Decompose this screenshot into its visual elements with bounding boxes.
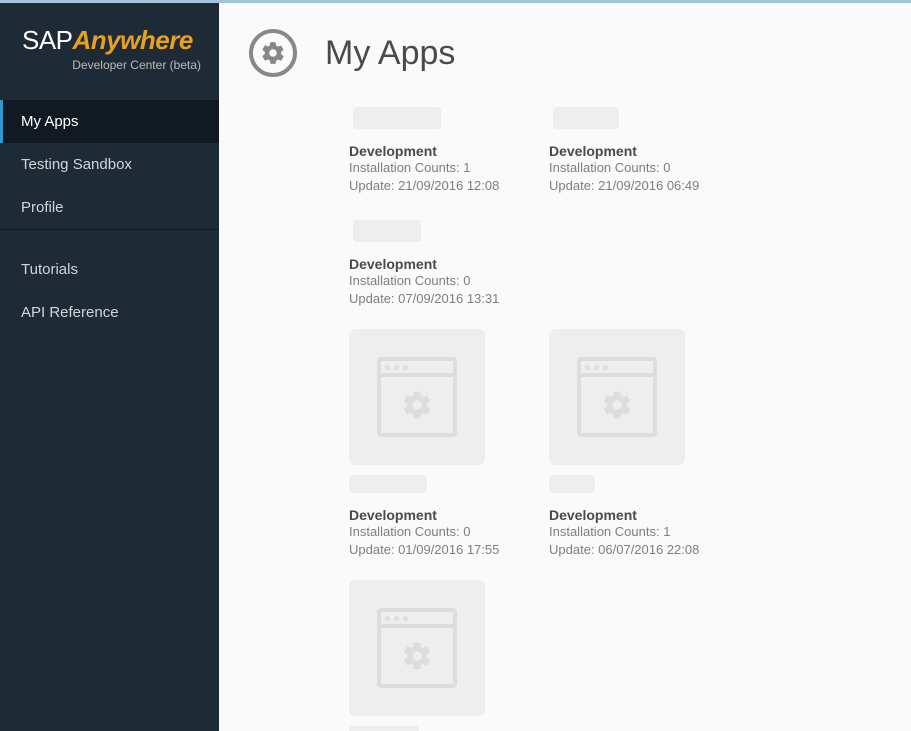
app-card[interactable]: Development Installation Counts: 1 Updat…	[349, 103, 549, 194]
nav-item-profile[interactable]: Profile	[0, 186, 219, 229]
app-installs: Installation Counts: 0	[349, 523, 539, 541]
app-installs: Installation Counts: 0	[549, 159, 739, 177]
app-card[interactable]: Development Installation Counts: 1 Updat…	[549, 329, 749, 558]
app-name-redacted	[353, 220, 421, 242]
app-card[interactable]: Development Installation Counts: 0 Updat…	[349, 216, 549, 307]
nav-item-my-apps[interactable]: My Apps	[0, 100, 219, 143]
app-installs: Installation Counts: 1	[549, 523, 739, 541]
logo-block: SAPAnywhere Developer Center (beta)	[0, 3, 219, 82]
nav-group-main: My Apps Testing Sandbox Profile	[0, 100, 219, 230]
app-installs: Installation Counts: 1	[349, 159, 539, 177]
app-status: Development	[549, 507, 739, 523]
app-updated: Update: 21/09/2016 12:08	[349, 177, 539, 195]
app-status: Development	[349, 507, 539, 523]
app-updated: Update: 07/09/2016 13:31	[349, 290, 539, 308]
apps-row-2: Development Installation Counts: 0 Updat…	[319, 329, 911, 731]
app-updated: Update: 01/09/2016 17:55	[349, 541, 539, 559]
nav-item-tutorials[interactable]: Tutorials	[0, 248, 219, 291]
sidebar: SAPAnywhere Developer Center (beta) My A…	[0, 3, 219, 731]
app-name-redacted	[349, 475, 427, 493]
window-gear-icon	[377, 357, 457, 437]
app-status: Development	[349, 143, 539, 159]
app-name-redacted	[353, 107, 441, 129]
logo-text-anywhere: Anywhere	[73, 25, 193, 55]
main-content: My Apps Development Installation Counts:…	[219, 3, 911, 731]
apps-row-1: Development Installation Counts: 1 Updat…	[319, 103, 911, 329]
app-card[interactable]: Development Installation Counts: 0 Updat…	[349, 580, 549, 731]
app-name-redacted	[553, 107, 619, 129]
nav-group-docs: Tutorials API Reference	[0, 248, 219, 334]
gear-icon	[249, 29, 297, 77]
nav-item-api-reference[interactable]: API Reference	[0, 291, 219, 334]
app-icon-placeholder	[549, 329, 685, 465]
app-name-redacted	[549, 475, 595, 493]
app-card[interactable]: Development Installation Counts: 0 Updat…	[349, 329, 549, 558]
app-icon-placeholder	[349, 580, 485, 716]
app-status: Development	[349, 256, 539, 272]
app-installs: Installation Counts: 0	[349, 272, 539, 290]
window-gear-icon	[377, 608, 457, 688]
app-updated: Update: 21/09/2016 06:49	[549, 177, 739, 195]
logo-subtitle: Developer Center (beta)	[22, 58, 201, 72]
app-icon-placeholder	[349, 329, 485, 465]
nav-item-testing-sandbox[interactable]: Testing Sandbox	[0, 143, 219, 186]
page-header: My Apps	[219, 3, 911, 103]
window-gear-icon	[577, 357, 657, 437]
app-status: Development	[549, 143, 739, 159]
page-title: My Apps	[325, 34, 455, 73]
app-card[interactable]: Development Installation Counts: 0 Updat…	[549, 103, 749, 194]
logo-text-sap: SAP	[22, 25, 73, 55]
app-updated: Update: 06/07/2016 22:08	[549, 541, 739, 559]
app-name-redacted	[349, 726, 419, 731]
